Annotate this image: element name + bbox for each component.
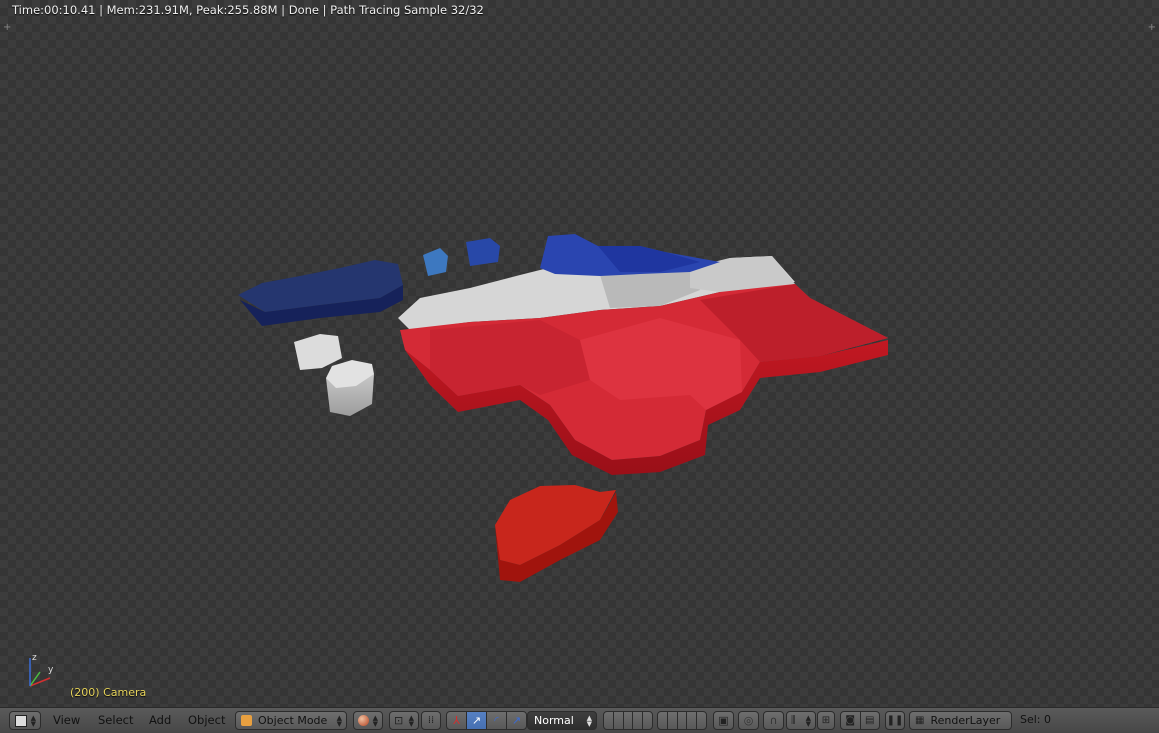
snap-target-button[interactable]: ⊞ <box>817 711 835 730</box>
snap-increment-icon: ⫼ <box>791 715 796 726</box>
clapperboard-icon: ▤ <box>865 715 875 726</box>
render-layer-selector[interactable]: ▦ RenderLayer <box>909 711 1012 730</box>
layer-button[interactable] <box>687 712 698 729</box>
manipulator-group: ⅄ ↗ ◜ ↗ <box>446 711 527 730</box>
opengl-render-image-button[interactable]: ◙ <box>841 712 861 729</box>
updown-arrows-icon: ▲ ▼ <box>336 713 342 728</box>
layers-group-right <box>657 711 707 730</box>
pivot-icon: ⊡ <box>394 714 404 727</box>
orientation-label: Normal <box>534 714 574 727</box>
cube-icon <box>15 714 27 727</box>
pause-icon: ❚❚ <box>886 715 904 726</box>
y-axis-label: y <box>48 665 54 675</box>
updown-arrows-icon: ▲ ▼ <box>805 713 811 728</box>
translate-arrow-icon: ↗ <box>471 714 482 727</box>
layer-button[interactable] <box>668 712 678 729</box>
overseas-tiny-blue <box>466 238 500 266</box>
scale-manipulator-button[interactable]: ↗ <box>507 712 526 729</box>
viewport-shading-selector[interactable]: ▲ ▼ <box>353 711 383 730</box>
render-layer-label: RenderLayer <box>930 714 1001 727</box>
snap-toggle-button[interactable]: ∩ <box>763 711 784 730</box>
pivot-point-selector[interactable]: ⊡ ▲ ▼ <box>389 711 419 730</box>
updown-arrows-icon: ▲ ▼ <box>30 713 36 728</box>
layer-button[interactable] <box>604 712 614 729</box>
rendered-shading-icon <box>358 715 369 726</box>
active-object-label: (200) Camera <box>70 686 147 699</box>
3d-view-header: ▲ ▼ View Select Add Object Object Mode ▲ ▼… <box>0 707 1159 733</box>
menu-add[interactable]: Add <box>149 713 171 728</box>
overseas-white-1 <box>294 334 342 370</box>
mode-label: Object Mode <box>258 714 328 727</box>
layer-button[interactable] <box>633 712 644 729</box>
layer-button[interactable] <box>658 712 668 729</box>
layers-lock-icon: ▣ <box>718 714 729 727</box>
magnet-icon: ∩ <box>769 714 778 727</box>
overseas-small-blue <box>423 248 448 276</box>
layer-button[interactable] <box>624 712 634 729</box>
manipulator-axes-icon: ⅄ <box>453 714 460 727</box>
render-layer-icon: ▦ <box>915 715 925 726</box>
proportional-edit-icon: ◎ <box>743 714 754 727</box>
updown-arrows-icon: ▲ ▼ <box>408 713 414 728</box>
layer-button[interactable] <box>678 712 688 729</box>
render-layer-toggle[interactable]: ❚❚ <box>885 711 905 730</box>
pivot-align-toggle[interactable]: ⁞⁞ <box>421 711 441 730</box>
snap-element-selector[interactable]: ⫼ ▲ ▼ <box>786 711 816 730</box>
camera-icon: ◙ <box>845 715 856 726</box>
layer-button[interactable] <box>643 712 652 729</box>
rendered-map-scene <box>238 234 888 582</box>
object-mode-icon <box>241 715 252 726</box>
layer-button[interactable] <box>697 712 706 729</box>
layers-group-left <box>603 711 653 730</box>
layer-button[interactable] <box>614 712 624 729</box>
translate-manipulator-button[interactable]: ↗ <box>467 712 487 729</box>
editor-type-selector[interactable]: ▲ ▼ <box>9 711 41 730</box>
3d-viewport[interactable]: + + Time:00:10.41 | Mem:231.91M, Peak:25… <box>0 0 1159 707</box>
snap-target-icon: ⊞ <box>821 715 831 726</box>
opengl-render-animation-button[interactable]: ▤ <box>861 712 880 729</box>
menu-view[interactable]: View <box>53 713 80 728</box>
updown-arrows-icon: ▲ ▼ <box>586 713 592 728</box>
render-buttons-group: ◙ ▤ <box>840 711 880 730</box>
rotate-arc-icon: ◜ <box>494 714 499 727</box>
menu-select[interactable]: Select <box>98 713 133 728</box>
axis-orientation-gizmo: y z <box>29 653 54 687</box>
z-axis-label: z <box>32 653 37 663</box>
lock-camera-layers-button[interactable]: ▣ <box>713 711 734 730</box>
updown-arrows-icon: ▲ ▼ <box>372 713 378 728</box>
scale-arrow-icon: ↗ <box>511 714 522 727</box>
proportional-edit-button[interactable]: ◎ <box>738 711 759 730</box>
menu-object[interactable]: Object <box>188 713 225 728</box>
manipulator-toggle-button[interactable]: ⅄ <box>447 712 467 729</box>
rotate-manipulator-button[interactable]: ◜ <box>487 712 507 729</box>
transform-orientation-selector[interactable]: Normal ▲ ▼ <box>527 711 597 730</box>
dots-grid-icon: ⁞⁞ <box>427 715 435 726</box>
mode-selector[interactable]: Object Mode ▲ ▼ <box>235 711 347 730</box>
selection-count: Sel: 0 <box>1020 713 1052 726</box>
